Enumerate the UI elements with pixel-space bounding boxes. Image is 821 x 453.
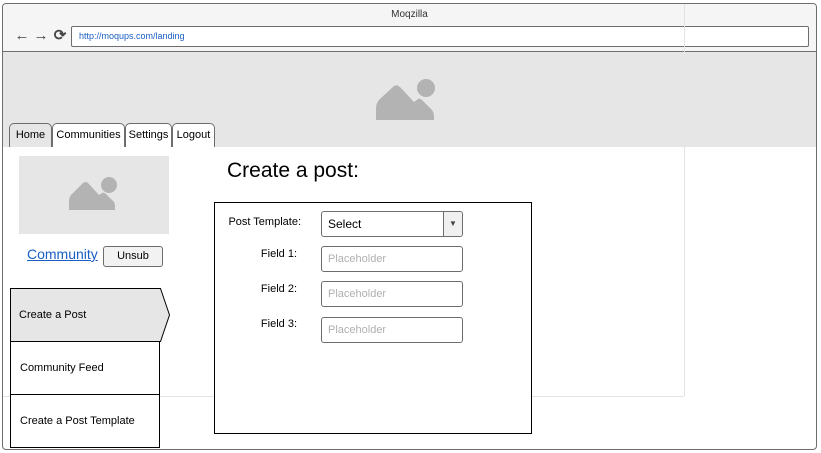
tab-logout[interactable]: Logout: [172, 123, 215, 147]
field-1-label: Field 1:: [260, 248, 297, 260]
post-template-label: Post Template:: [228, 216, 301, 228]
tab-settings[interactable]: Settings: [125, 123, 172, 147]
reload-icon[interactable]: ⟳: [52, 28, 68, 44]
browser-titlebar: Moqzilla ← → ⟳ http://moqups.com/landing: [3, 4, 816, 52]
unsub-button[interactable]: Unsub: [103, 246, 163, 267]
field-1-input[interactable]: [321, 246, 463, 272]
window-title: Moqzilla: [391, 9, 428, 20]
community-link[interactable]: Community: [27, 246, 98, 262]
sidebar-item-create-post-template[interactable]: Create a Post Template: [10, 394, 160, 448]
sidebar-item-create-post[interactable]: Create a Post: [10, 288, 172, 342]
address-bar[interactable]: http://moqups.com/landing: [71, 26, 809, 47]
field-3-label: Field 3:: [260, 318, 297, 330]
chevron-down-icon[interactable]: ▼: [443, 212, 462, 236]
image-placeholder-icon: [69, 177, 117, 210]
select-value: Select: [328, 217, 362, 231]
community-image: [19, 156, 169, 234]
tab-home[interactable]: Home: [9, 123, 52, 147]
forward-arrow-icon[interactable]: →: [33, 28, 49, 44]
sidebar-item-community-feed[interactable]: Community Feed: [10, 341, 160, 395]
post-template-select[interactable]: Select ▼: [321, 211, 463, 237]
field-3-input[interactable]: [321, 317, 463, 343]
image-placeholder-icon: [376, 79, 435, 120]
field-2-label: Field 2:: [260, 283, 297, 295]
sidebar-item-label: Create a Post: [19, 309, 87, 321]
page-title: Create a post:: [227, 159, 359, 182]
back-arrow-icon[interactable]: ←: [14, 28, 30, 44]
browser-window: Moqzilla ← → ⟳ http://moqups.com/landing…: [2, 3, 817, 450]
field-2-input[interactable]: [321, 281, 463, 307]
tab-communities[interactable]: Communities: [52, 123, 125, 147]
